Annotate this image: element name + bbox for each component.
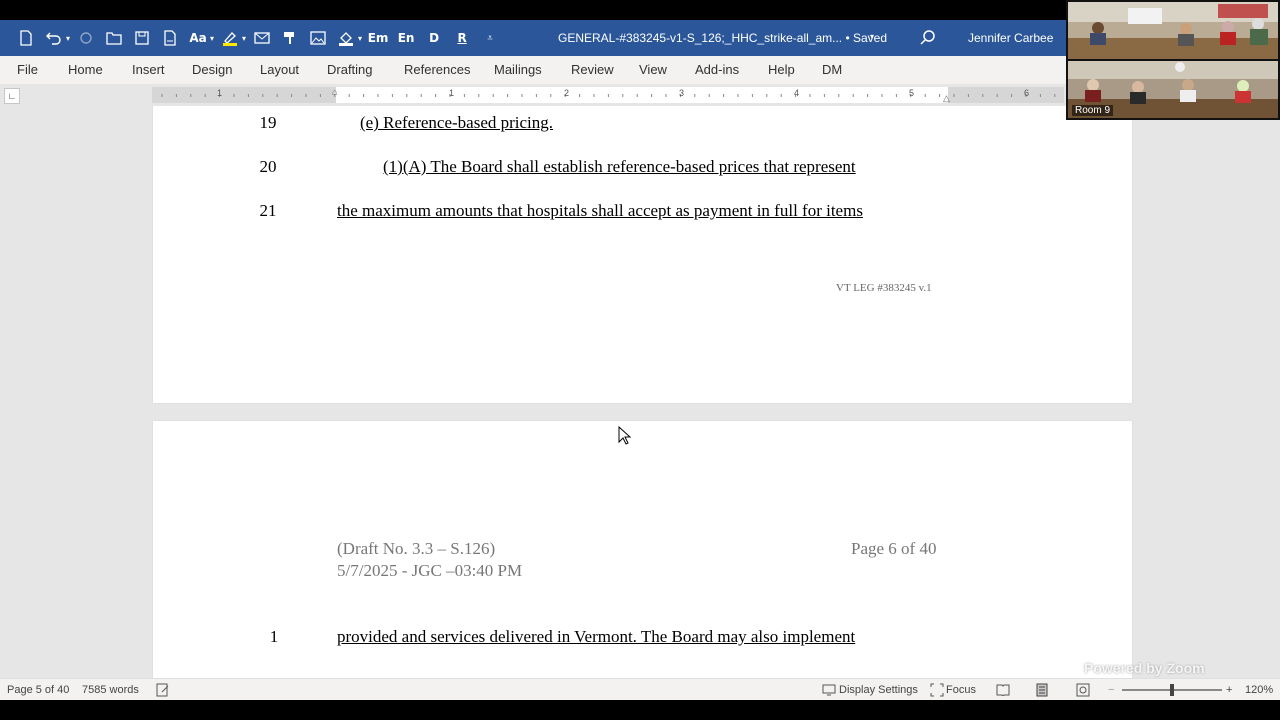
save-icon[interactable] xyxy=(130,26,154,50)
redo-icon[interactable] xyxy=(74,26,98,50)
document-canvas[interactable]: 19 (e) Reference-based pricing. 20 (1)(A… xyxy=(0,106,1280,678)
video-tile-committee[interactable] xyxy=(1068,2,1278,59)
ruler-number: 1 xyxy=(449,88,455,98)
page-header-page-number: Page 6 of 40 xyxy=(851,539,937,558)
tab-file[interactable]: File xyxy=(17,56,38,84)
tab-mailings[interactable]: Mailings xyxy=(494,56,542,84)
status-bar: Page 5 of 40 7585 words Display Settings… xyxy=(0,678,1280,701)
tab-review[interactable]: Review xyxy=(571,56,614,84)
page-footer: VT LEG #383245 v.1 xyxy=(836,282,932,294)
zoom-out-button[interactable]: − xyxy=(1108,679,1114,701)
quick-access-toolbar: ▾ Aa ▾ ▾ ▾ Em En D R ⩡ xyxy=(14,20,502,56)
ruler-number: 3 xyxy=(679,88,685,98)
font-size-button[interactable]: Aa xyxy=(186,26,210,50)
pdf-icon[interactable] xyxy=(158,26,182,50)
video-gallery[interactable]: Room 9 xyxy=(1066,0,1280,120)
horizontal-ruler[interactable]: 1 1 2 3 4 5 6 ⌂ △ xyxy=(152,87,1064,103)
tab-insert[interactable]: Insert xyxy=(132,56,165,84)
tab-view[interactable]: View xyxy=(639,56,667,84)
ruler-number: 2 xyxy=(564,88,570,98)
room-label: Room 9 xyxy=(1072,105,1114,116)
search-icon[interactable] xyxy=(918,28,938,48)
page-6[interactable]: (Draft No. 3.3 – S.126) 5/7/2025 - JGC –… xyxy=(153,421,1132,678)
right-indent-marker-icon[interactable]: △ xyxy=(943,93,950,104)
zoom-in-button[interactable]: + xyxy=(1226,679,1232,701)
ruler-number: 4 xyxy=(794,88,800,98)
indent-marker-icon[interactable]: ⌂ xyxy=(332,87,337,97)
undo-icon[interactable] xyxy=(42,26,66,50)
ruler-number: 5 xyxy=(909,88,915,98)
document-text-line[interactable]: the maximum amounts that hospitals shall… xyxy=(337,201,863,221)
macro-d-button[interactable]: D xyxy=(422,26,446,50)
new-document-icon[interactable] xyxy=(14,26,38,50)
tab-references[interactable]: References xyxy=(404,56,470,84)
document-title[interactable]: GENERAL-#383245-v1-S_126;_HHC_strike-all… xyxy=(558,20,887,56)
en-dash-button[interactable]: En xyxy=(394,26,418,50)
video-tile-room-9[interactable]: Room 9 xyxy=(1068,61,1278,118)
tab-design[interactable]: Design xyxy=(192,56,232,84)
document-text-line[interactable]: (1)(A) The Board shall establish referen… xyxy=(383,157,856,177)
tab-dm[interactable]: DM xyxy=(822,56,842,84)
focus-button[interactable]: Focus xyxy=(946,679,976,701)
page-count[interactable]: Page 5 of 40 xyxy=(7,679,69,701)
envelope-icon[interactable] xyxy=(250,26,274,50)
macro-r-button[interactable]: R xyxy=(450,26,474,50)
fill-color-dropdown-icon[interactable]: ▾ xyxy=(358,34,362,43)
line-number: 19 xyxy=(259,113,277,132)
word-window: ▾ Aa ▾ ▾ ▾ Em En D R ⩡ GENERAL-#383245-v… xyxy=(0,0,1280,720)
video-feed-image xyxy=(1068,2,1278,59)
page-header-draft: (Draft No. 3.3 – S.126) xyxy=(337,539,496,558)
highlighter-dropdown-icon[interactable]: ▾ xyxy=(242,34,246,43)
ruler-ticks xyxy=(161,94,1056,97)
document-text-line[interactable]: provided and services delivered in Vermo… xyxy=(337,627,855,647)
word-count[interactable]: 7585 words xyxy=(82,679,139,701)
zoom-slider-thumb[interactable] xyxy=(1170,684,1174,696)
tab-home[interactable]: Home xyxy=(68,56,103,84)
line-number: 20 xyxy=(259,157,277,176)
tab-stop-selector[interactable]: ∟ xyxy=(4,88,20,104)
user-name[interactable]: Jennifer Carbee xyxy=(968,20,1053,56)
mouse-pointer-icon xyxy=(618,426,632,445)
picture-icon[interactable] xyxy=(306,26,330,50)
line-number: 1 xyxy=(269,627,279,646)
ruler-number: 6 xyxy=(1024,88,1030,98)
tab-help[interactable]: Help xyxy=(768,56,795,84)
fill-color-icon[interactable] xyxy=(334,26,358,50)
bottom-letterbox xyxy=(0,700,1280,720)
format-painter-icon[interactable] xyxy=(278,26,302,50)
document-text-line[interactable]: (e) Reference-based pricing. xyxy=(360,113,553,133)
display-settings-button[interactable]: Display Settings xyxy=(839,679,918,701)
em-dash-button[interactable]: Em xyxy=(366,26,390,50)
tab-drafting[interactable]: Drafting xyxy=(327,56,373,84)
tab-layout[interactable]: Layout xyxy=(260,56,299,84)
page-header-date: 5/7/2025 - JGC –03:40 PM xyxy=(337,561,523,580)
undo-dropdown-icon[interactable]: ▾ xyxy=(66,34,70,43)
zoom-level[interactable]: 120% xyxy=(1245,679,1273,701)
title-dropdown-icon[interactable]: ▾ xyxy=(870,32,874,41)
zoom-watermark: Powered by Zoom xyxy=(1084,660,1205,676)
font-size-dropdown-icon[interactable]: ▾ xyxy=(210,34,214,43)
ruler-number: 1 xyxy=(217,88,223,98)
tab-add-ins[interactable]: Add-ins xyxy=(695,56,739,84)
line-number: 21 xyxy=(259,201,277,220)
page-5[interactable]: 19 (e) Reference-based pricing. 20 (1)(A… xyxy=(153,106,1132,403)
highlighter-icon[interactable] xyxy=(218,26,242,50)
open-folder-icon[interactable] xyxy=(102,26,126,50)
customize-qat-icon[interactable]: ⩡ xyxy=(478,26,502,50)
